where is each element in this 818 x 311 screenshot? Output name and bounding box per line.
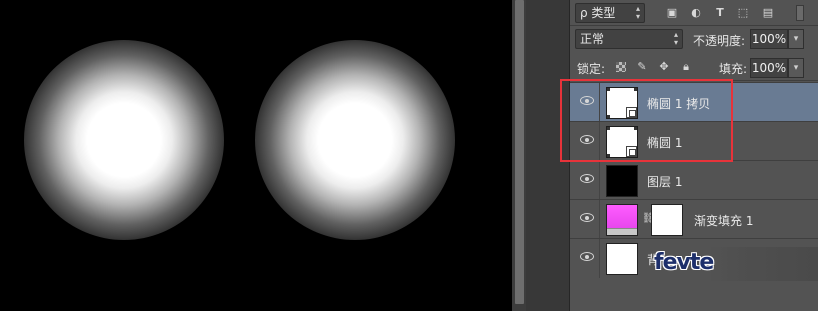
gradient-thumbnail bbox=[606, 204, 638, 236]
blend-mode-value: 正常 bbox=[580, 32, 605, 46]
lock-move-icon[interactable]: ✥ bbox=[658, 61, 670, 73]
layer-thumbnail bbox=[606, 243, 638, 275]
visibility-toggle[interactable] bbox=[570, 239, 600, 278]
eye-icon bbox=[580, 252, 594, 261]
pixel-filter-icon[interactable]: ▣ bbox=[666, 7, 678, 19]
fill-input[interactable]: 100% bbox=[750, 58, 788, 78]
type-filter-icon[interactable]: T bbox=[714, 7, 726, 19]
blend-mode-dropdown[interactable]: 正常 ▴ ▾ bbox=[575, 29, 683, 49]
lock-label: 锁定: bbox=[577, 62, 606, 76]
scrollbar-thumb[interactable] bbox=[515, 0, 524, 304]
opacity-label: 不透明度: bbox=[693, 34, 746, 48]
lock-all-icon[interactable]: 🔒︎ bbox=[680, 61, 692, 73]
visibility-toggle[interactable] bbox=[570, 161, 600, 200]
layer-thumbnail bbox=[606, 165, 638, 197]
lock-row: 锁定: ✎ ✥ 🔒︎ 填充: 100% ▾ bbox=[570, 54, 818, 81]
blend-row: 正常 ▴ ▾ 不透明度: 100% ▾ bbox=[570, 27, 818, 53]
eye-icon bbox=[580, 213, 594, 222]
fill-label: 填充: bbox=[719, 62, 748, 76]
layer-filter-dropdown[interactable]: ρ 类型 ▴ ▾ bbox=[575, 3, 645, 23]
opacity-input[interactable]: 100% bbox=[750, 29, 788, 49]
mask-thumbnail bbox=[651, 204, 683, 236]
eye-icon bbox=[580, 174, 594, 183]
dropdown-arrows-icon: ▴ ▾ bbox=[635, 4, 640, 21]
layer-row-layer-1[interactable]: 图层 1 bbox=[570, 160, 818, 200]
watermark-text: fevte bbox=[654, 250, 714, 275]
layer-filter-value: ρ 类型 bbox=[580, 6, 616, 20]
shape-filter-icon[interactable]: ⬚ bbox=[737, 7, 749, 19]
lock-paint-icon[interactable]: ✎ bbox=[636, 61, 648, 73]
soft-light-orb-left bbox=[24, 40, 224, 240]
dropdown-arrows-icon: ▴ ▾ bbox=[673, 30, 678, 47]
layer-row-gradient-fill-1[interactable]: ⛓︎ 渐变填充 1 bbox=[570, 199, 818, 239]
layer-filter-bar: ρ 类型 ▴ ▾ ▣ ◐ T ⬚ ▤ bbox=[570, 0, 818, 26]
link-icon[interactable]: ⛓︎ bbox=[642, 213, 655, 225]
lock-transparent-icon[interactable] bbox=[616, 62, 626, 72]
smart-object-filter-icon[interactable]: ▤ bbox=[762, 7, 774, 19]
watermark-logo: fevte bbox=[650, 247, 818, 281]
document-canvas[interactable] bbox=[0, 0, 512, 311]
layer-name: 渐变填充 1 bbox=[694, 214, 754, 228]
adjustment-filter-icon[interactable]: ◐ bbox=[690, 7, 702, 19]
visibility-toggle[interactable] bbox=[570, 200, 600, 239]
annotation-highlight-box bbox=[560, 79, 733, 162]
layer-name: 图层 1 bbox=[647, 175, 683, 189]
filter-toggle-icon[interactable] bbox=[796, 5, 804, 21]
fill-dropdown-arrow-icon[interactable]: ▾ bbox=[788, 58, 804, 78]
opacity-dropdown-arrow-icon[interactable]: ▾ bbox=[788, 29, 804, 49]
soft-light-orb-right bbox=[255, 40, 455, 240]
